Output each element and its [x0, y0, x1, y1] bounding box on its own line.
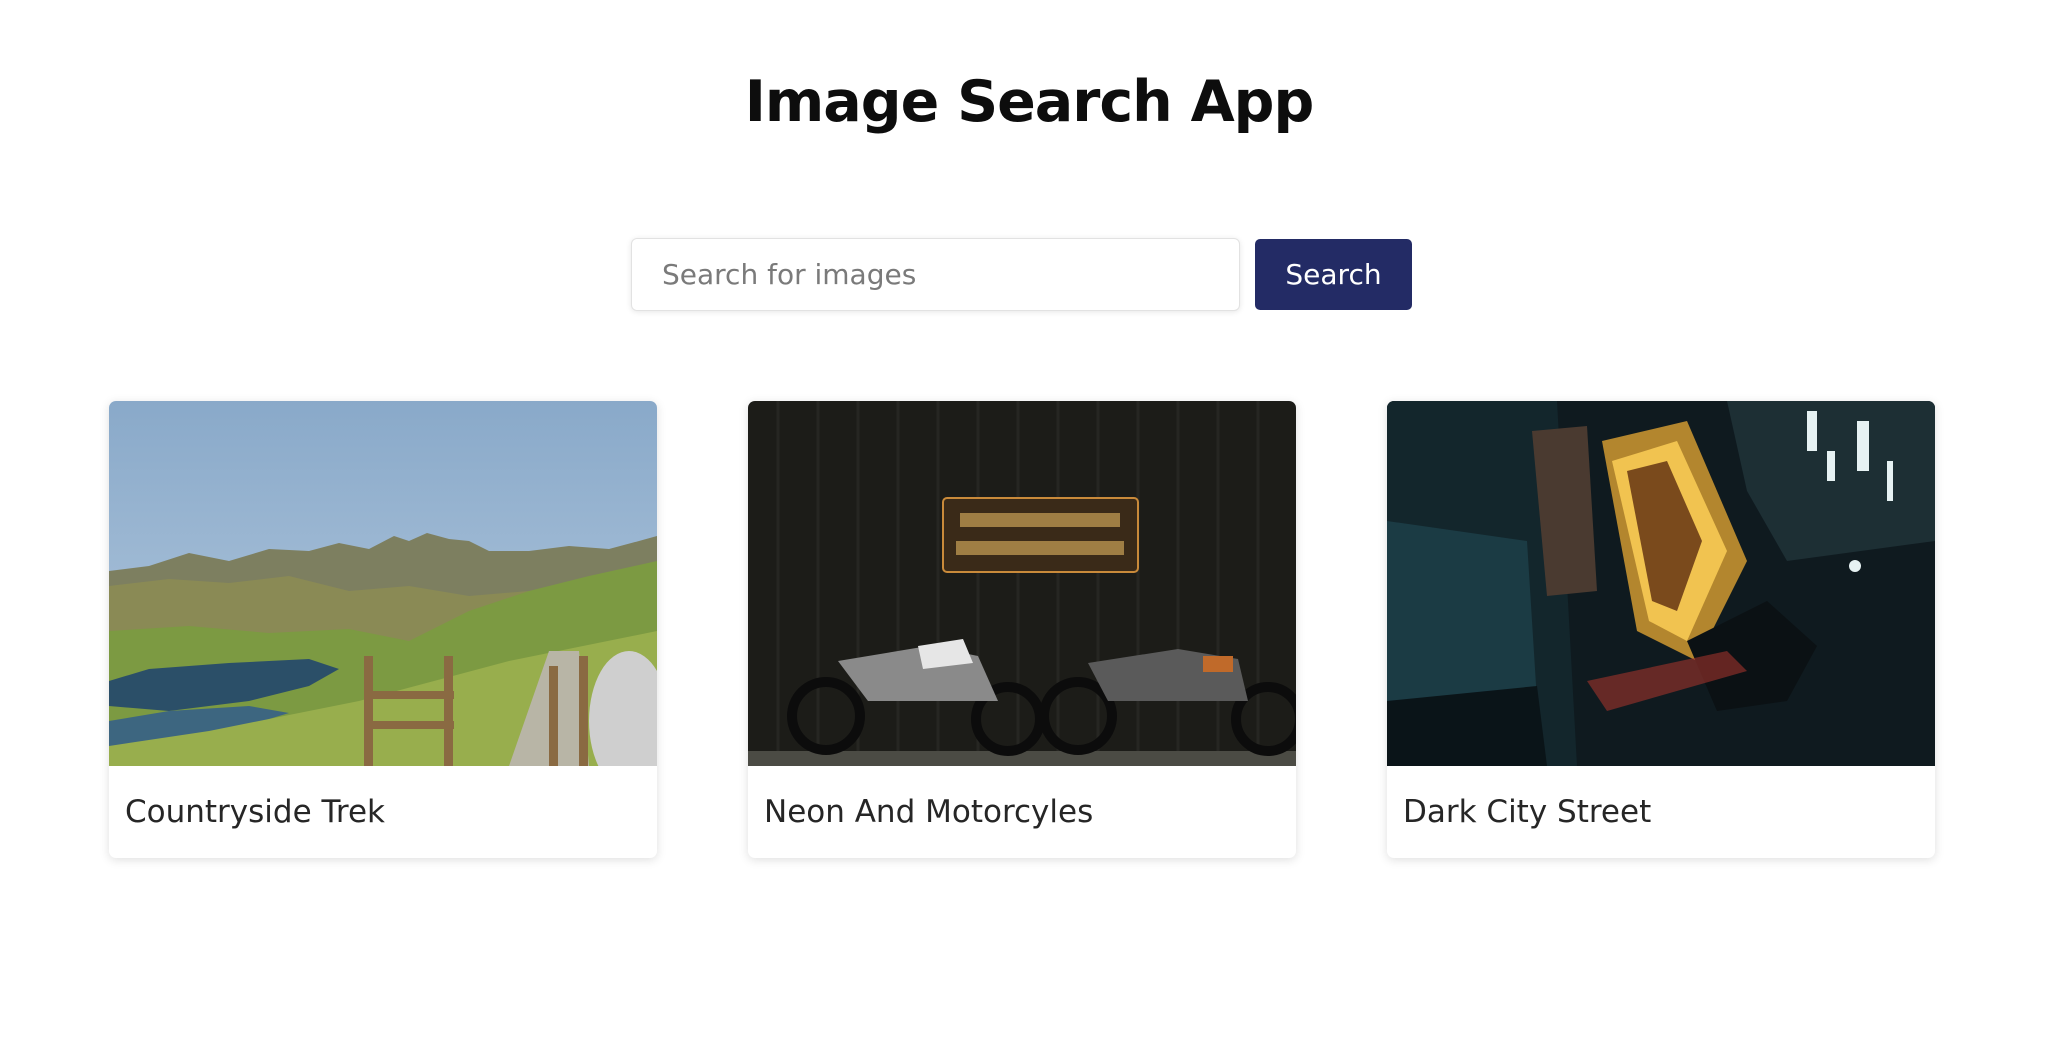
result-title: Neon And Motorcyles [764, 794, 1094, 830]
result-card[interactable]: Dark City Street [1387, 401, 1935, 858]
mountain-landscape-image[interactable] [109, 401, 657, 766]
search-bar: Search [631, 238, 1412, 311]
neon-motorcycles-image[interactable] [748, 401, 1296, 766]
result-card[interactable]: Neon And Motorcyles [748, 401, 1296, 858]
result-card[interactable]: Countryside Trek [109, 401, 657, 858]
image-results-grid: Countryside Trek Neon And Motorcyles Dar… [109, 401, 1935, 858]
result-title: Dark City Street [1403, 794, 1652, 830]
search-input[interactable] [631, 238, 1240, 311]
image-search-page: Image Search App Search for images Searc… [0, 0, 2058, 1051]
dark-city-street-image[interactable] [1387, 401, 1935, 766]
result-title: Countryside Trek [125, 794, 385, 830]
search-button[interactable]: Search [1255, 239, 1412, 310]
page-title: Image Search App [744, 69, 1315, 135]
